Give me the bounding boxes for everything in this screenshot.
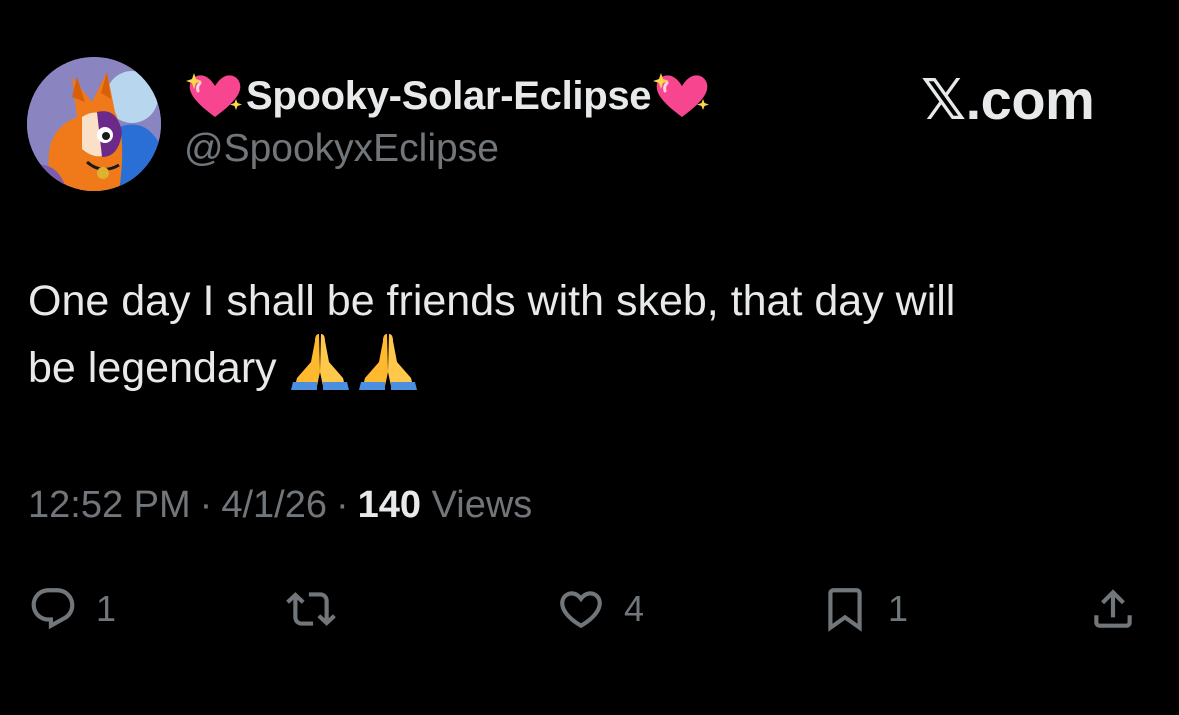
bookmark-button[interactable]: 1: [820, 580, 908, 638]
share-icon: [1094, 589, 1132, 628]
tweet-line-2: be legendary: [28, 332, 1158, 399]
reply-button[interactable]: 1: [28, 580, 116, 638]
author-handle[interactable]: @SpookyxEclipse: [184, 127, 499, 171]
sparkling-heart-icon: [186, 73, 242, 117]
reply-icon: [31, 588, 75, 630]
folded-hands-icon: [358, 334, 417, 390]
reply-count: 1: [96, 588, 117, 629]
emoji-group: [289, 332, 419, 390]
repost-button[interactable]: [286, 580, 336, 638]
avatar-image: [27, 57, 161, 191]
tweet-date[interactable]: 4/1/26: [221, 484, 327, 526]
meta-separator: ·: [335, 484, 349, 526]
avatar[interactable]: [27, 57, 161, 191]
meta-separator: ·: [199, 484, 213, 526]
views-count: 140: [357, 484, 422, 526]
like-button[interactable]: 4: [556, 580, 644, 638]
bookmark-count: 1: [888, 588, 909, 629]
like-count: 4: [624, 588, 645, 629]
tweet-metadata: 12:52 PM · 4/1/26 · 140 Views: [28, 484, 532, 527]
repost-icon: [286, 592, 336, 626]
brand-label: 𝕏.com: [921, 68, 1095, 131]
author-name-row[interactable]: Spooky-Solar-Eclipse: [186, 68, 711, 124]
tweet-text: One day I shall be friends with skeb, th…: [28, 270, 1158, 399]
tweet-time[interactable]: 12:52 PM: [28, 484, 191, 526]
folded-hands-icon: [290, 334, 349, 390]
views-label: Views: [431, 484, 533, 526]
bookmark-icon: [828, 588, 862, 632]
tweet-line-2-text: be legendary: [28, 344, 277, 392]
tweet-line-1: One day I shall be friends with skeb, th…: [28, 277, 956, 325]
sparkling-heart-icon: [653, 73, 710, 117]
share-button[interactable]: [1088, 580, 1138, 638]
author-display-name[interactable]: Spooky-Solar-Eclipse: [246, 74, 652, 119]
heart-icon: [560, 591, 602, 629]
